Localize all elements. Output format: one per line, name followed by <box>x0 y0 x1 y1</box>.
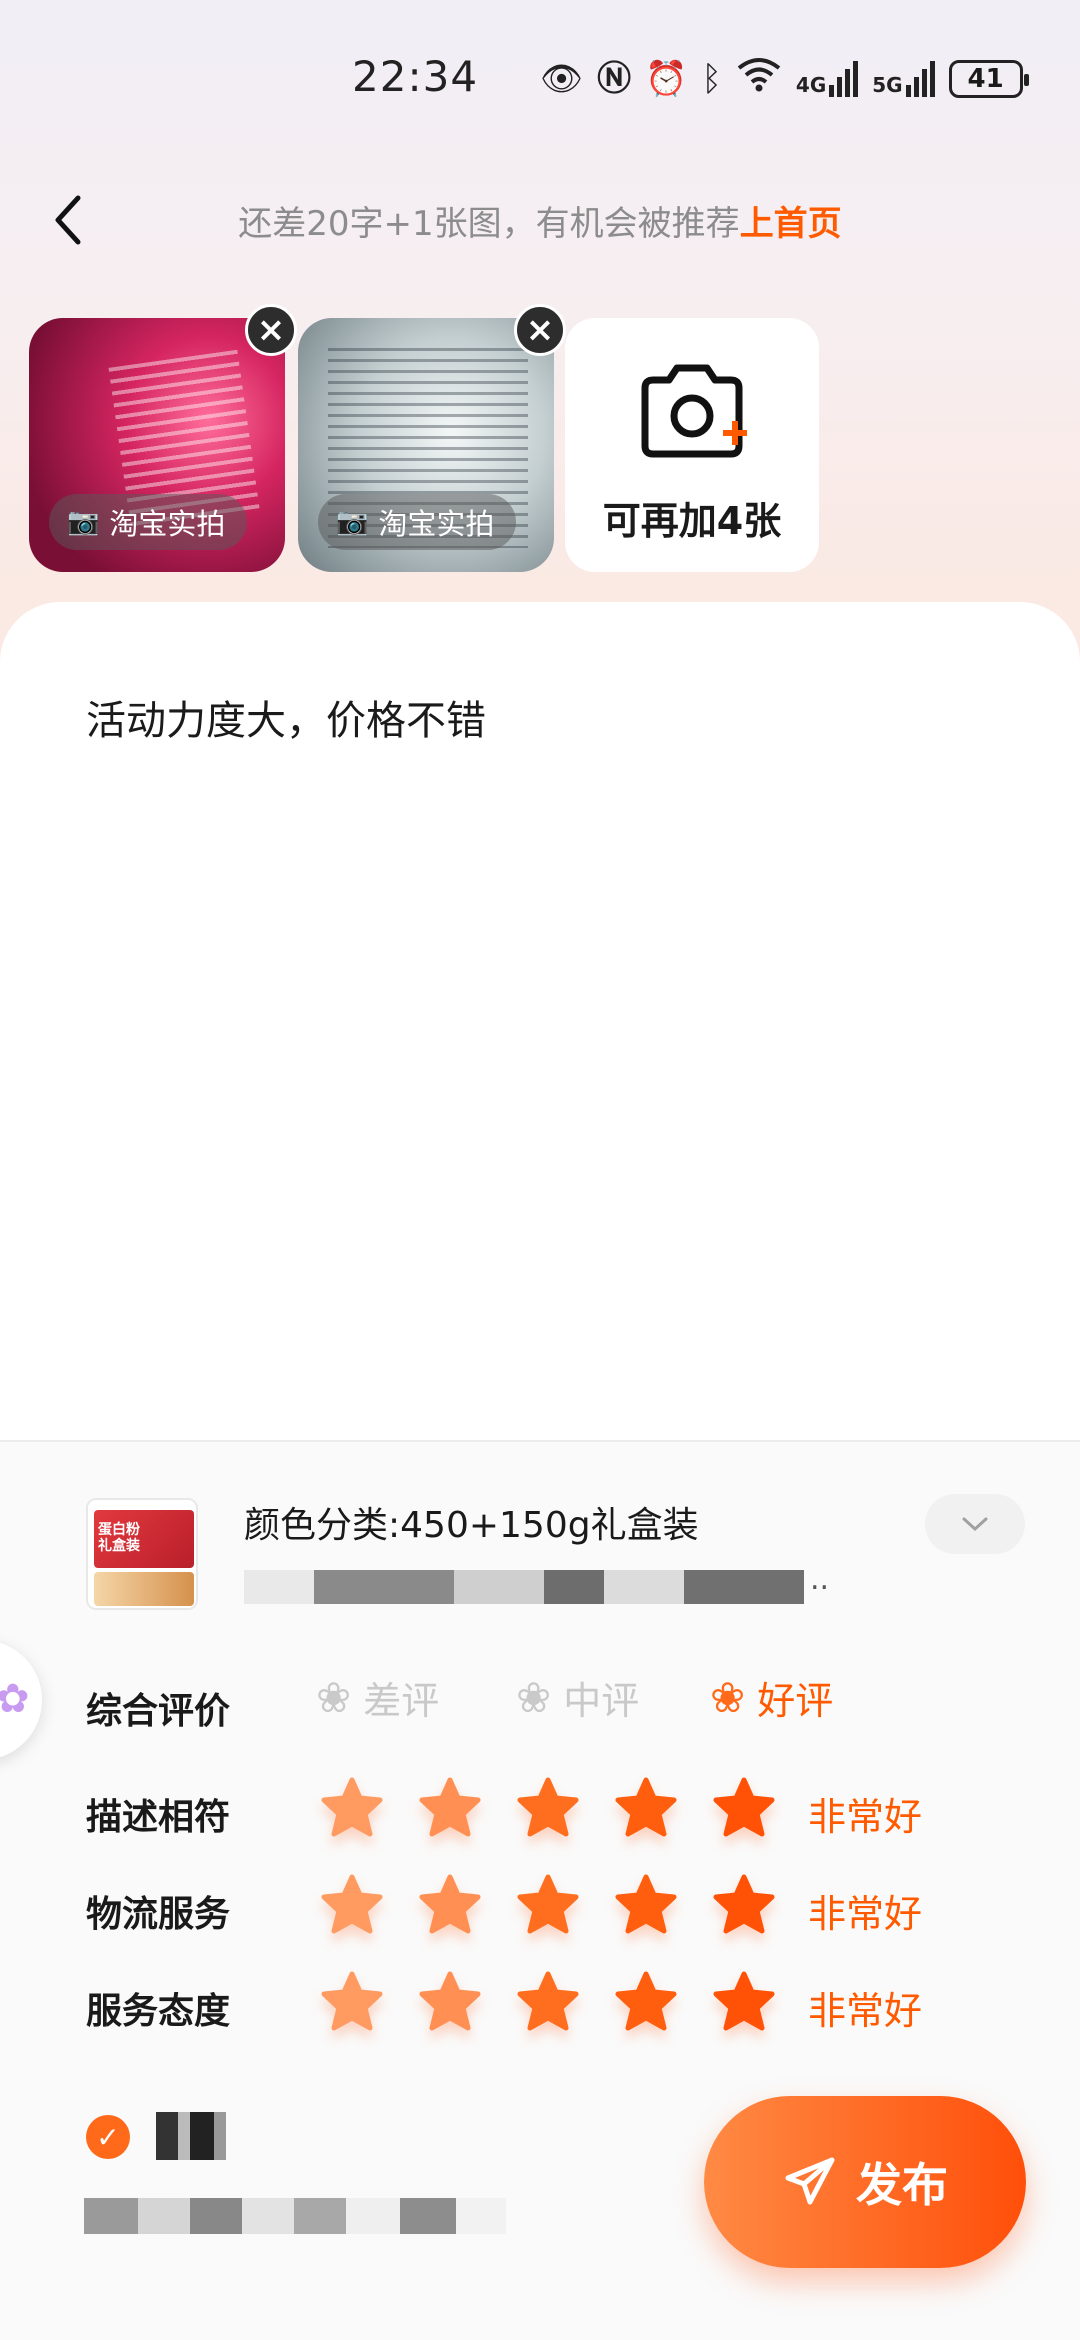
publish-label: 发布 <box>856 2158 948 2212</box>
nfc-icon: Ⓝ <box>597 58 632 99</box>
product-thumb-title: 蛋白粉 礼盒装 <box>98 1522 140 1554</box>
star-icon[interactable] <box>516 1970 580 2034</box>
rating-option-label: 差评 <box>363 1679 440 1723</box>
flower-bud-icon: ❀ <box>516 1673 552 1722</box>
star-icon[interactable] <box>418 1970 482 2034</box>
remove-photo-button[interactable]: × <box>245 304 297 356</box>
camera-check-icon: 📷 <box>67 507 100 537</box>
product-variant: 颜色分类:450+150g礼盒装 <box>244 1505 699 1546</box>
alarm-icon: ⏰ <box>645 58 688 99</box>
check-icon: ✓ <box>96 2120 120 2154</box>
eye-icon: 👁 <box>540 58 584 99</box>
product-thumbnail: 蛋白粉 礼盒装 <box>86 1498 198 1610</box>
uploaded-photo-1[interactable]: 📷 淘宝实拍 <box>29 318 285 572</box>
flower-bloom-icon: ❀ <box>710 1673 746 1722</box>
star-icon[interactable] <box>614 1776 678 1840</box>
overall-rating-label: 综合评价 <box>86 1691 231 1732</box>
publish-button[interactable]: 发布 <box>704 2096 1026 2268</box>
rating-row-label: 物流服务 <box>86 1894 231 1935</box>
send-icon <box>785 2157 835 2205</box>
rating-row-label: 描述相符 <box>86 1797 231 1838</box>
anonymous-checkbox[interactable]: ✓ <box>86 2115 130 2159</box>
anonymous-label-redacted <box>156 2112 226 2160</box>
rating-option-good[interactable]: ❀ 好评 <box>710 1670 833 1725</box>
rating-row-text: 非常好 <box>808 1989 923 2033</box>
star-icon[interactable] <box>516 1776 580 1840</box>
add-photo-label: 可再加4张 <box>602 499 782 543</box>
rating-option-bad[interactable]: ❀ 差评 <box>316 1670 439 1725</box>
status-time: 22:34 <box>352 52 479 101</box>
star-icon[interactable] <box>320 1776 384 1840</box>
signal-5g-label: 5G <box>872 72 903 97</box>
chevron-down-icon <box>962 1517 988 1532</box>
review-editor[interactable]: 活动力度大，价格不错 <box>0 602 1080 1442</box>
rating-row-label: 服务态度 <box>86 1991 231 2032</box>
rating-option-medium[interactable]: ❀ 中评 <box>516 1670 639 1725</box>
star-icon[interactable] <box>712 1970 776 2034</box>
star-icon[interactable] <box>418 1873 482 1937</box>
star-icon[interactable] <box>516 1873 580 1937</box>
star-icon[interactable] <box>614 1873 678 1937</box>
rating-row-text: 非常好 <box>808 1795 923 1839</box>
close-icon: × <box>525 310 555 350</box>
camera-check-icon: 📷 <box>336 507 369 537</box>
bluetooth-icon: ᛒ <box>701 58 722 99</box>
status-bar: 22:34 👁 Ⓝ ⏰ ᛒ 4G 5G 41 <box>0 0 1080 150</box>
rating-row-text: 非常好 <box>808 1892 923 1936</box>
photo-badge: 📷 淘宝实拍 <box>49 494 248 550</box>
anonymous-desc-redacted <box>84 2198 506 2234</box>
signal-4g-icon: 4G <box>795 60 859 97</box>
product-title-ellipsis: .. <box>810 1562 830 1597</box>
hint-text: 还差20字+1张图，有机会被推荐 <box>238 204 740 244</box>
wifi-icon <box>736 56 782 101</box>
signal-5g-icon: 5G <box>872 60 935 97</box>
flower-wilted-icon: ❀ <box>316 1673 352 1722</box>
star-icon[interactable] <box>418 1776 482 1840</box>
status-icons: 👁 Ⓝ ⏰ ᛒ 4G 5G 41 <box>540 56 1029 101</box>
star-icon[interactable] <box>712 1873 776 1937</box>
remove-photo-button[interactable]: × <box>514 304 566 356</box>
battery-level: 41 <box>967 63 1004 94</box>
camera-add-icon <box>641 364 747 458</box>
battery-icon: 41 <box>948 59 1029 98</box>
product-box-art-bottom <box>94 1572 194 1606</box>
photo-badge-label: 淘宝实拍 <box>109 507 226 541</box>
star-icon[interactable] <box>320 1873 384 1937</box>
signal-4g-label: 4G <box>795 72 827 97</box>
variant-dropdown-button[interactable] <box>925 1494 1025 1554</box>
product-title-redacted <box>244 1570 834 1604</box>
uploaded-photo-2[interactable]: 📷 淘宝实拍 <box>298 318 554 572</box>
photo-badge-label: 淘宝实拍 <box>378 507 495 541</box>
hint-highlight: 上首页 <box>739 204 842 244</box>
review-text-input[interactable]: 活动力度大，价格不错 <box>86 688 486 746</box>
rating-option-label: 好评 <box>757 1679 834 1723</box>
flower-icon: ✿ <box>0 1676 30 1722</box>
star-icon[interactable] <box>320 1970 384 2034</box>
rating-option-label: 中评 <box>563 1679 640 1723</box>
star-icon[interactable] <box>614 1970 678 2034</box>
star-icon[interactable] <box>712 1776 776 1840</box>
photo-badge: 📷 淘宝实拍 <box>318 494 517 550</box>
close-icon: × <box>256 310 286 350</box>
recommend-hint: 还差20字+1张图，有机会被推荐上首页 <box>0 196 1080 245</box>
add-photo-button[interactable]: 可再加4张 <box>565 318 819 572</box>
